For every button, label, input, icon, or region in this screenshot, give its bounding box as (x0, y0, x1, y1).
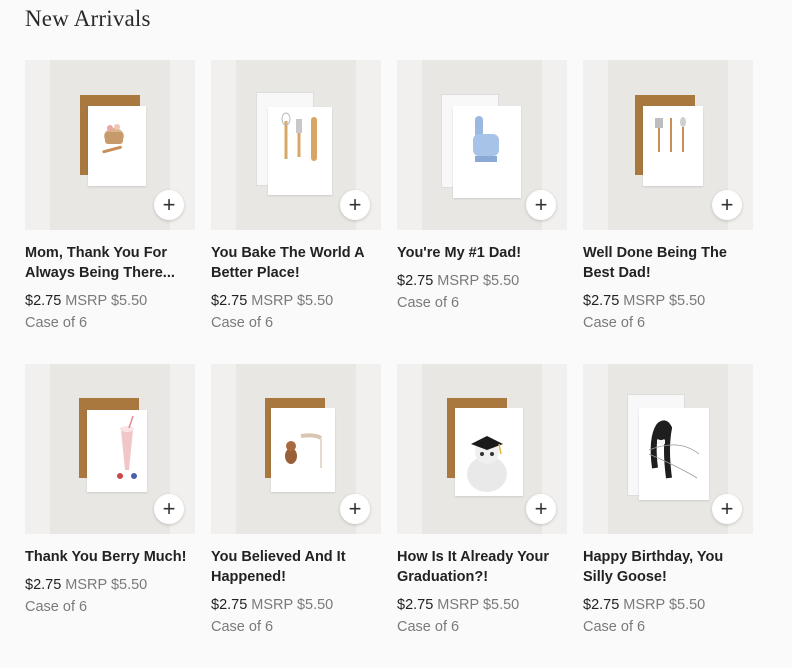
plus-icon: + (534, 496, 548, 521)
product-case-size: Case of 6 (25, 315, 88, 331)
plus-icon: + (348, 192, 362, 217)
product-price: $2.75 (211, 597, 248, 613)
add-to-cart-button[interactable]: + (154, 494, 184, 524)
product-price: $2.75 (25, 293, 62, 309)
product-name[interactable]: Happy Birthday, You Silly Goose! (583, 547, 753, 587)
add-to-cart-button[interactable]: + (340, 190, 370, 220)
product-msrp: MSRP $5.50 (65, 577, 148, 593)
product-msrp: MSRP $5.50 (251, 293, 334, 309)
product-image[interactable]: + (583, 60, 753, 230)
product-case-size: Case of 6 (211, 315, 274, 331)
product-card[interactable]: + Thank You Berry Much! $2.75 MSRP $5.50 … (25, 364, 195, 668)
dog-illustration (285, 433, 323, 468)
product-price: $2.75 (211, 293, 248, 309)
product-name[interactable]: Well Done Being The Best Dad! (583, 243, 753, 283)
foam-finger-illustration (473, 116, 499, 162)
product-msrp: MSRP $5.50 (437, 597, 520, 613)
product-msrp: MSRP $5.50 (623, 293, 706, 309)
plus-icon: + (348, 496, 362, 521)
product-price: $2.75 (397, 597, 434, 613)
product-case-size: Case of 6 (583, 619, 646, 635)
add-to-cart-button[interactable]: + (712, 494, 742, 524)
product-msrp: MSRP $5.50 (65, 293, 148, 309)
basket-illustration (102, 124, 124, 154)
product-name[interactable]: How Is It Already Your Graduation?! (397, 547, 567, 587)
add-to-cart-button[interactable]: + (526, 190, 556, 220)
section-title: New Arrivals (25, 6, 151, 31)
product-image[interactable]: + (397, 364, 567, 534)
product-case-size: Case of 6 (211, 619, 274, 635)
product-image[interactable]: + (583, 364, 753, 534)
product-image[interactable]: + (25, 364, 195, 534)
product-price: $2.75 (583, 293, 620, 309)
plus-icon: + (162, 192, 176, 217)
product-card[interactable]: + You Believed And It Happened! $2.75 MSR… (211, 364, 381, 668)
product-case-size: Case of 6 (397, 619, 460, 635)
product-image[interactable]: + (25, 60, 195, 230)
product-price: $2.75 (583, 597, 620, 613)
product-card[interactable]: + Happy Birthday, You Silly Goose! $2.75… (583, 364, 753, 668)
plus-icon: + (162, 496, 176, 521)
plus-icon: + (720, 192, 734, 217)
product-msrp: MSRP $5.50 (437, 273, 520, 289)
product-name[interactable]: You're My #1 Dad! (397, 243, 567, 263)
plus-icon: + (720, 496, 734, 521)
product-name[interactable]: You Believed And It Happened! (211, 547, 381, 587)
add-to-cart-button[interactable]: + (340, 494, 370, 524)
add-to-cart-button[interactable]: + (712, 190, 742, 220)
product-card[interactable]: + Well Done Being The Best Dad! $2.75 MSR… (583, 60, 753, 364)
product-case-size: Case of 6 (397, 295, 460, 311)
product-name[interactable]: Thank You Berry Much! (25, 547, 195, 567)
add-to-cart-button[interactable]: + (154, 190, 184, 220)
product-name[interactable]: You Bake The World A Better Place! (211, 243, 381, 283)
product-image[interactable]: + (211, 364, 381, 534)
owl-graduate-illustration (467, 436, 507, 492)
product-card[interactable]: + You're My #1 Dad! $2.75 MSRP $5.50 Case… (397, 60, 567, 364)
plus-icon: + (534, 192, 548, 217)
goose-illustration (648, 420, 700, 479)
add-to-cart-button[interactable]: + (526, 494, 556, 524)
bbq-tools-illustration (655, 117, 686, 152)
product-name[interactable]: Mom, Thank You For Always Being There... (25, 243, 195, 283)
product-card[interactable]: + Mom, Thank You For Always Being There.… (25, 60, 195, 364)
product-image[interactable]: + (211, 60, 381, 230)
product-msrp: MSRP $5.50 (623, 597, 706, 613)
product-image[interactable]: + (397, 60, 567, 230)
product-card[interactable]: + How Is It Already Your Graduation?! $2… (397, 364, 567, 668)
product-case-size: Case of 6 (583, 315, 646, 331)
product-case-size: Case of 6 (25, 599, 88, 615)
product-card[interactable]: + You Bake The World A Better Place! $2.… (211, 60, 381, 364)
product-price: $2.75 (25, 577, 62, 593)
milkshake-illustration (117, 415, 137, 479)
product-price: $2.75 (397, 273, 434, 289)
product-grid: + Mom, Thank You For Always Being There.… (25, 60, 753, 668)
product-msrp: MSRP $5.50 (251, 597, 334, 613)
baking-tools-illustration (281, 112, 317, 161)
